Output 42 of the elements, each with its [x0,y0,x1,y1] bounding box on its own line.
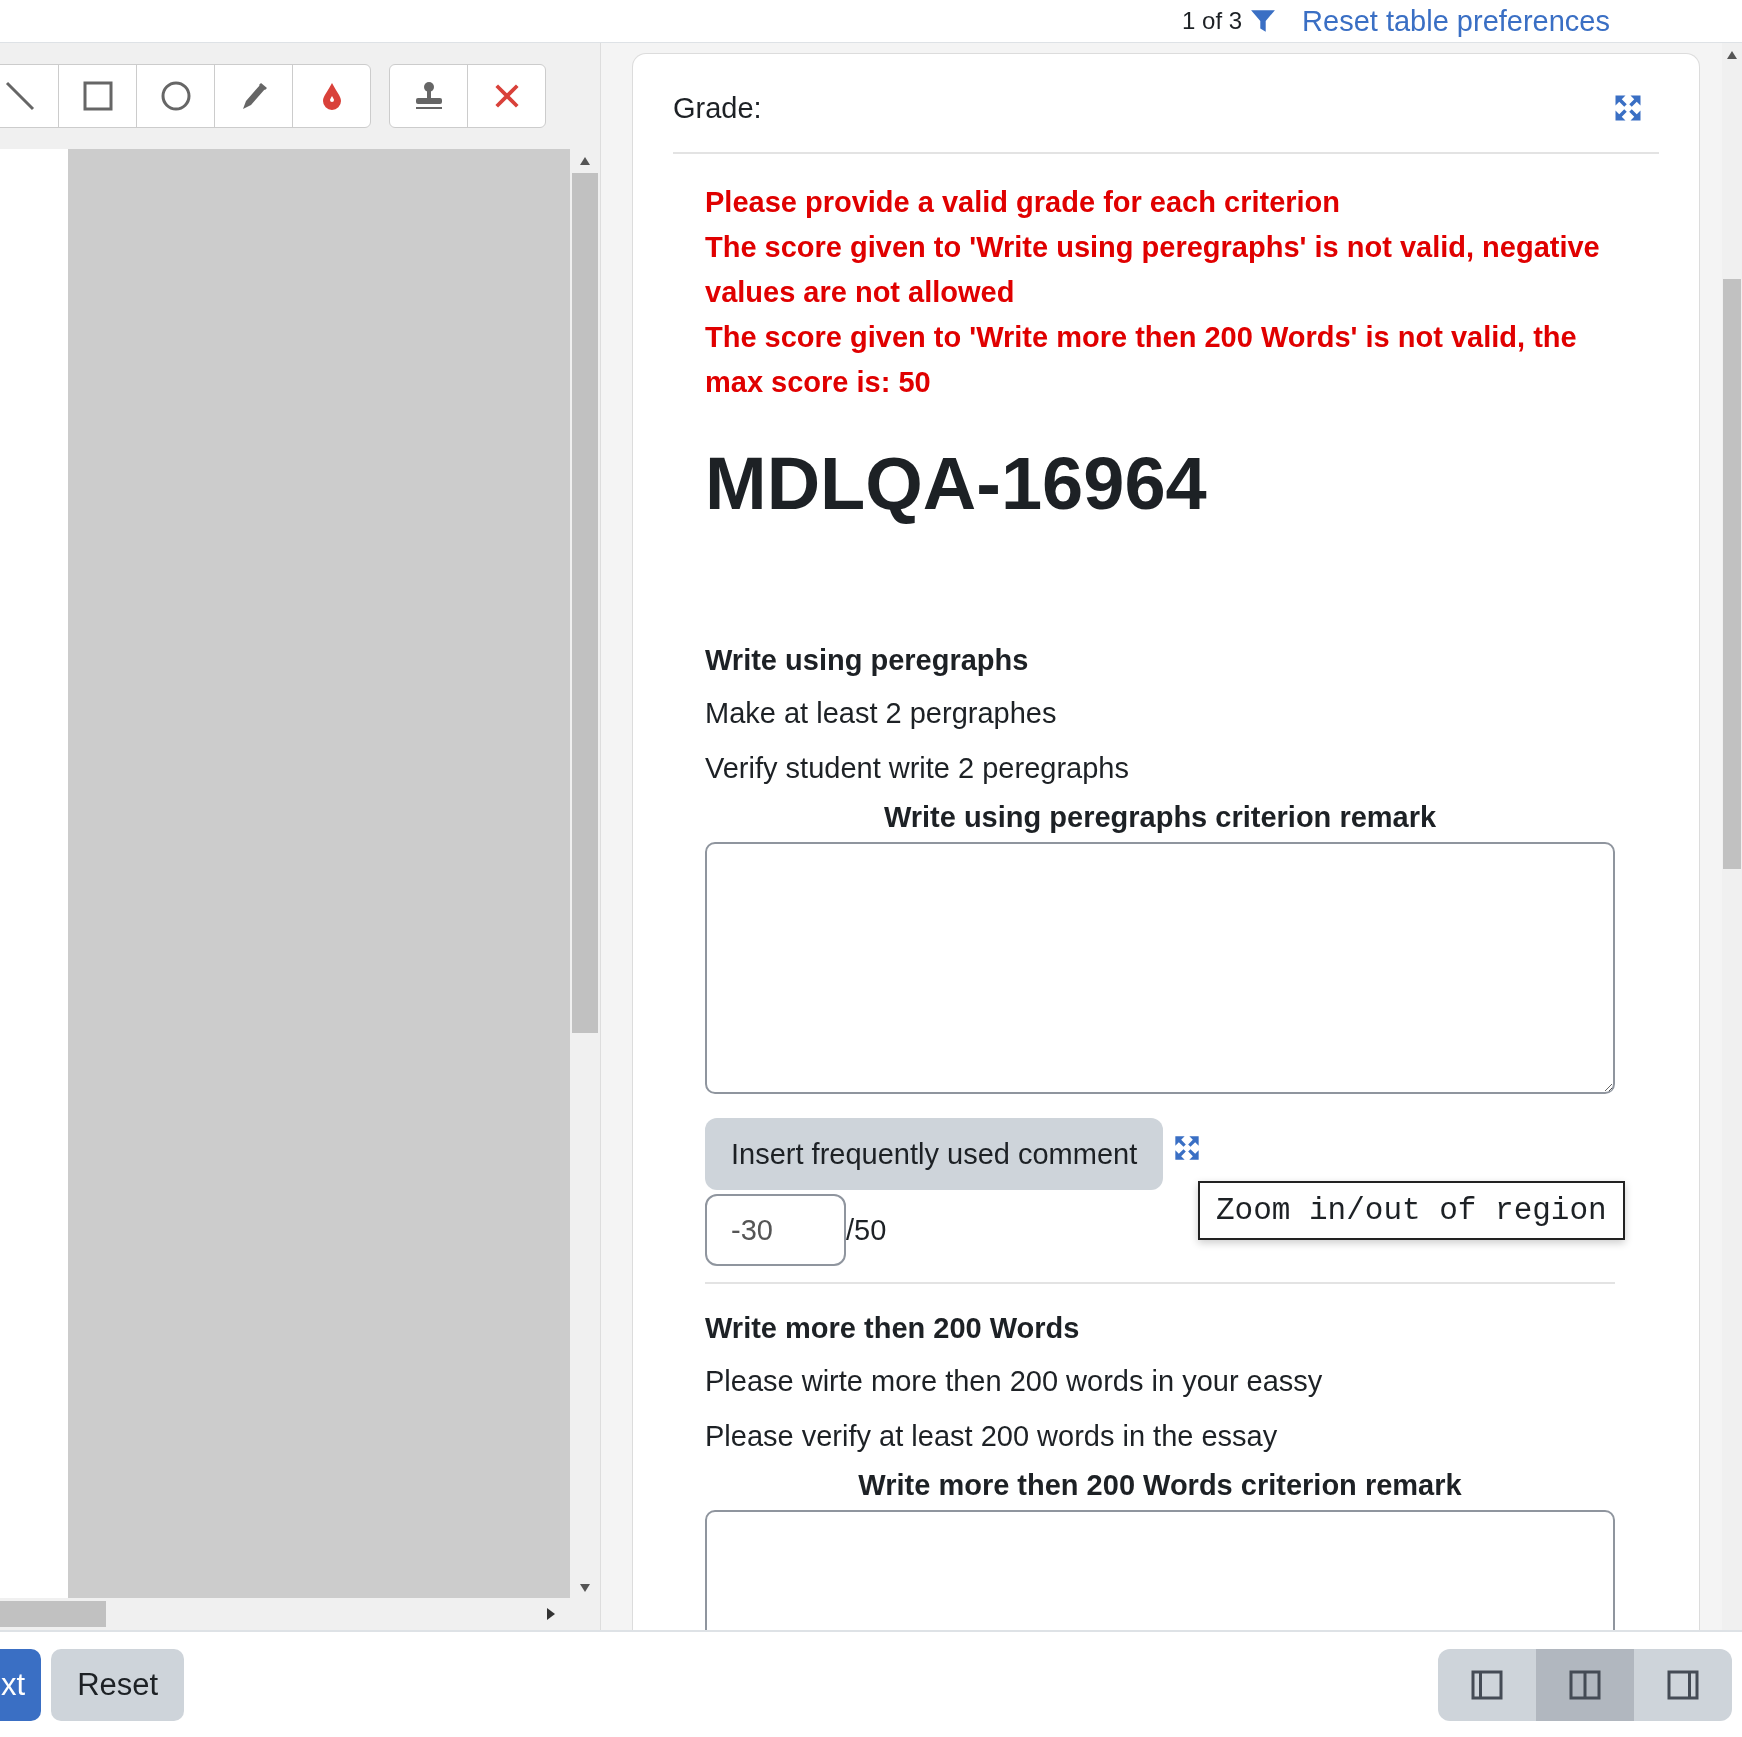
split-panel-icon [1569,1669,1601,1700]
scroll-right-icon[interactable] [547,1608,555,1620]
scroll-up-icon[interactable] [580,157,590,165]
circle-tool-icon[interactable] [160,81,191,111]
error-message: The score given to 'Write more then 200 Words' is not valid, the max score is: 50 [705,320,1578,400]
submission-heading: MDLQA-16964 [705,441,1208,526]
grader-note: Verify student write 2 peregraphs [705,752,1130,785]
expand-icon[interactable] [1173,1134,1202,1162]
insert-comment-button[interactable]: Insert frequently used comment [705,1118,1164,1190]
remark-field[interactable] [705,842,1615,1094]
rectangle-tool-icon[interactable] [82,81,113,111]
scrollbar-thumb[interactable] [0,1601,106,1627]
left-panel-icon [1471,1669,1503,1700]
scroll-down-icon[interactable] [580,1584,590,1592]
scrollbar-thumb[interactable] [572,173,598,1033]
grade-label: Grade: [673,91,762,125]
remark-label: Write more then 200 Words criterion remark [857,1469,1463,1502]
scrollbar-thumb[interactable] [1723,279,1741,869]
page-scrollbar[interactable] [1722,43,1742,1630]
layout-toggle-button[interactable] [1438,1648,1536,1721]
grader-note: Please verify at least 200 words in the essay [705,1420,1279,1453]
tooltip: Zoom in/out of region [1198,1181,1625,1240]
error-message: The score given to 'Write using peregraphs' is not valid, negative values are not allowed [705,230,1601,310]
criterion-title: Write more then 200 Words [705,1312,1081,1345]
filter-icon[interactable] [1250,8,1277,34]
line-tool-icon[interactable] [4,81,35,111]
criterion-title: Write using peregraphs [705,644,1030,677]
max-score: /50 [846,1213,887,1247]
scroll-up-icon[interactable] [1727,51,1737,59]
next-button[interactable]: xt [0,1648,42,1721]
expand-icon[interactable] [1613,93,1643,123]
reset-button[interactable]: Reset [51,1648,185,1721]
criterion-description: Make at least 2 pergraphes [705,697,1058,730]
remark-label: Write using peregraphs criterion remark [882,801,1438,834]
reset-table-preferences-link[interactable]: Reset table preferences [1302,4,1610,38]
layout-toggle-button[interactable] [1634,1648,1732,1721]
page-counter: 1 of 3 [1182,7,1243,35]
criterion-description: Please wirte more then 200 words in your eassy [705,1365,1324,1398]
score-field[interactable]: -30 [705,1194,846,1266]
right-panel-icon [1667,1669,1699,1700]
error-message: Please provide a valid grade for each criterion [705,185,1342,220]
layout-toggle-button[interactable] [1536,1648,1634,1721]
